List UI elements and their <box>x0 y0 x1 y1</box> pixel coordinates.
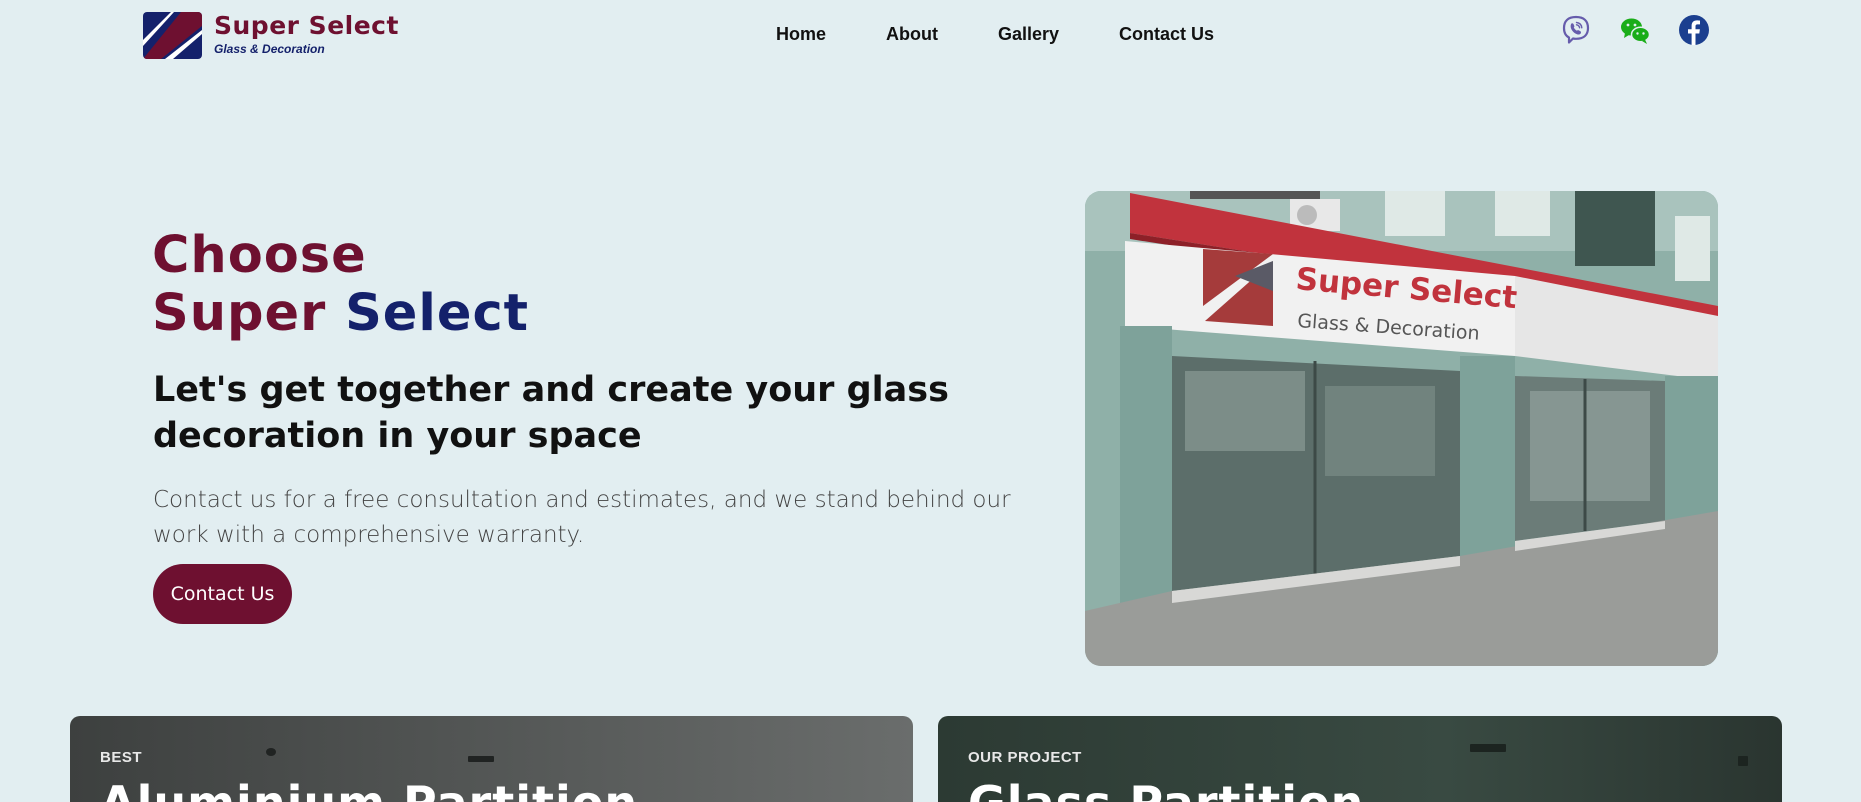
hero-title-super: Super <box>152 284 327 343</box>
nav-contact-us[interactable]: Contact Us <box>1119 24 1214 45</box>
logo-text: Super Select Glass & Decoration <box>214 11 399 57</box>
nav-about[interactable]: About <box>886 24 938 45</box>
contact-us-button[interactable]: Contact Us <box>153 564 292 624</box>
brand-logo[interactable]: Super Select Glass & Decoration <box>143 12 399 59</box>
card-title: Glass Partition <box>968 776 1364 802</box>
brand-tagline: Glass & Decoration <box>214 42 325 56</box>
site-header: Super Select Glass & Decoration Home Abo… <box>0 0 1861 72</box>
glass-partition-card[interactable]: OUR PROJECT Glass Partition <box>938 716 1782 802</box>
nav-gallery[interactable]: Gallery <box>998 24 1059 45</box>
hero-heading: Let's get together and create your glass… <box>153 370 949 456</box>
main-nav: Home About Gallery Contact Us <box>776 24 1214 45</box>
facebook-icon[interactable] <box>1678 14 1710 46</box>
hero-description: Contact us for a free consultation and e… <box>153 487 1011 548</box>
social-links <box>1560 14 1710 46</box>
hero-title: Choose Super Select <box>152 227 529 343</box>
card-label: OUR PROJECT <box>968 749 1082 766</box>
wechat-icon[interactable] <box>1618 14 1652 46</box>
hero-title-line1: Choose <box>152 226 367 285</box>
card-title: Aluminium Partition <box>100 776 638 802</box>
nav-home[interactable]: Home <box>776 24 826 45</box>
viber-icon[interactable] <box>1560 14 1592 46</box>
card-label: BEST <box>100 749 143 766</box>
storefront-image: Super Select Glass & Decoration <box>1085 191 1718 666</box>
brand-name: Super Select <box>214 11 399 40</box>
hero-title-select: Select <box>345 284 530 343</box>
logo-mark-icon <box>143 12 202 59</box>
aluminium-partition-card[interactable]: BEST Aluminium Partition <box>70 716 913 802</box>
